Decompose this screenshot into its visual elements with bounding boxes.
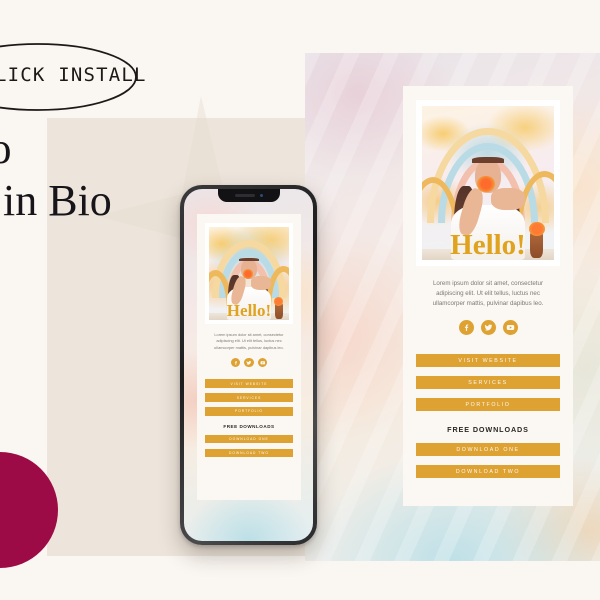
phone-notch: [217, 189, 280, 202]
page-title-line-2: k in Bio: [0, 176, 112, 226]
twitter-icon[interactable]: [480, 320, 496, 336]
smartphone-mockup: Hello! Lorem ipsum dolor sit amet, conse…: [180, 185, 317, 545]
link-in-bio-card-mobile: Hello! Lorem ipsum dolor sit amet, conse…: [197, 214, 301, 500]
phone-screen: Hello! Lorem ipsum dolor sit amet, conse…: [184, 189, 313, 541]
free-downloads-heading: FREE DOWNLOADS: [447, 425, 529, 435]
link-in-bio-card-desktop: Hello! Lorem ipsum dolor sit amet, conse…: [403, 86, 573, 506]
headband: [239, 257, 259, 262]
link-button-download-two[interactable]: DOWNLOAD TWO: [416, 465, 560, 479]
poster-canvas: LICK INSTALL co k in Bio: [0, 0, 600, 600]
shoulder: [490, 187, 525, 210]
link-button-download-one[interactable]: DOWNLOAD ONE: [205, 434, 293, 443]
shoulder: [250, 276, 272, 290]
hello-overlay-text: Hello!: [226, 301, 272, 320]
held-flower: [477, 175, 495, 192]
watercolor-backdrop-panel: Hello! Lorem ipsum dolor sit amet, conse…: [305, 53, 600, 561]
social-links: [205, 357, 293, 368]
hero-photo: Hello!: [416, 100, 560, 266]
hello-overlay-text: Hello!: [450, 229, 526, 261]
link-button-services[interactable]: SERVICES: [416, 376, 560, 390]
facebook-icon[interactable]: [230, 357, 241, 368]
link-button-portfolio[interactable]: PORTFOLIO: [205, 407, 293, 416]
held-flower: [242, 269, 253, 279]
front-camera-icon: [259, 194, 263, 197]
link-button-download-one[interactable]: DOWNLOAD ONE: [416, 443, 560, 457]
bio-description: Lorem ipsum dolor sit amet, consectetur …: [214, 332, 284, 350]
youtube-icon[interactable]: [502, 320, 518, 336]
link-button-portfolio[interactable]: PORTFOLIO: [416, 398, 560, 412]
link-button-visit-website[interactable]: VISIT WEBSITE: [205, 379, 293, 388]
one-click-install-label: LICK INSTALL: [0, 64, 147, 86]
page-title: co k in Bio: [0, 124, 112, 226]
bio-description: Lorem ipsum dolor sit amet, consectetur …: [432, 280, 544, 308]
link-button-download-two[interactable]: DOWNLOAD TWO: [205, 448, 293, 457]
hero-photo: Hello!: [205, 223, 293, 324]
youtube-icon[interactable]: [257, 357, 268, 368]
link-button-services[interactable]: SERVICES: [205, 393, 293, 402]
facebook-icon[interactable]: [458, 320, 474, 336]
free-downloads-heading: FREE DOWNLOADS: [223, 424, 275, 430]
social-links: [416, 320, 560, 336]
speaker-grille-icon: [234, 194, 255, 197]
headband: [472, 156, 504, 163]
page-title-line-1: co: [0, 124, 12, 173]
twitter-icon[interactable]: [244, 357, 254, 368]
link-button-visit-website[interactable]: VISIT WEBSITE: [416, 354, 560, 368]
